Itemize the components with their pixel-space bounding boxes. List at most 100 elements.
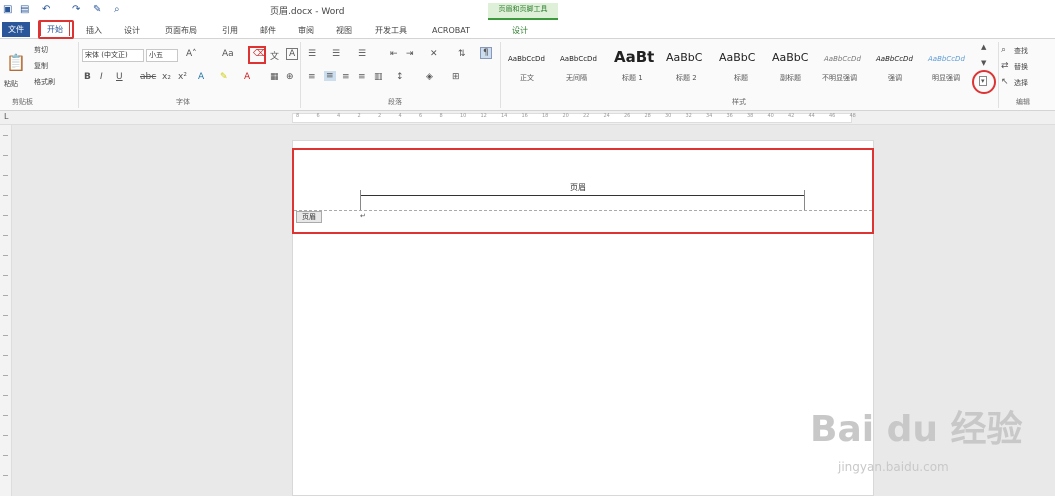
select-button[interactable]: 选择 [1014,78,1028,88]
vertical-ruler[interactable] [0,125,12,496]
bold-icon[interactable]: B [84,72,91,82]
distributed-icon[interactable]: ▥ [374,72,383,82]
enclose-char-icon[interactable]: ⊕ [286,72,294,82]
ruler-tick: 2 [357,113,361,119]
chinese-layout-icon[interactable]: ✕ [430,49,438,59]
tab-review[interactable]: 审阅 [298,23,314,38]
copy-button[interactable]: 复制 [34,61,48,71]
ruler-tick: 40 [767,113,774,119]
vruler-tick [3,375,8,376]
tab-design[interactable]: 设计 [124,23,140,38]
ruler-tick: 8 [439,113,443,119]
numbering-icon[interactable]: ☰ [332,49,340,59]
font-family-combo[interactable]: 宋体 (中文正) [82,49,144,62]
vruler-tick [3,135,8,136]
increase-indent-icon[interactable]: ⇥ [406,49,414,59]
ribbon: 📋 粘贴 剪切 复制 格式刷 剪贴板 宋体 (中文正) 小五 A˄ Aa ⌫ 文… [0,39,1055,111]
show-marks-icon[interactable]: ¶ [480,47,492,59]
strikethrough-icon[interactable]: abc [140,72,156,82]
tab-selector-icon[interactable]: L [4,112,8,121]
font-size-combo[interactable]: 小五 [146,49,178,62]
select-icon[interactable]: ↖ [1001,77,1009,87]
tab-acrobat[interactable]: ACROBAT [432,23,470,38]
underline-icon[interactable]: U [116,72,123,82]
tab-file[interactable]: 文件 [2,22,30,37]
horizontal-ruler[interactable]: L 8 6 4 2 2 4 6 8 10 12 14 16 18 20 22 24 26 28 30 32 34 36 38… [0,111,1055,125]
grow-font-icon[interactable]: A˄ [186,49,197,59]
text-effects-icon[interactable]: A [198,72,204,82]
char-border-icon[interactable]: A [286,48,299,60]
tab-layout[interactable]: 页面布局 [165,23,197,38]
styles-scroll-down-icon[interactable]: ▼ [981,59,986,67]
ruler-tick: 18 [542,113,549,119]
decrease-indent-icon[interactable]: ⇤ [390,49,398,59]
paint-icon[interactable]: ✎ [93,4,101,15]
bullets-icon[interactable]: ☰ [308,49,316,59]
justify-icon[interactable]: ≡ [358,72,366,82]
divider [300,42,301,108]
save-icon[interactable]: ▤ [20,4,29,15]
clear-format-icon[interactable]: ⌫ [253,49,266,59]
line-spacing-icon[interactable]: ↕ [396,72,404,82]
window-title: 页眉.docx - Word [270,7,345,17]
italic-icon[interactable]: I [100,72,103,82]
tab-references[interactable]: 引用 [222,23,238,38]
ruler-tick: 8 [296,113,300,119]
styles-scroll-up-icon[interactable]: ▲ [981,43,986,51]
style-name: 标题 2 [676,74,697,82]
undo-icon[interactable]: ↶ [42,4,50,15]
ruler-tick: 22 [583,113,590,119]
tab-mailings[interactable]: 邮件 [260,23,276,38]
superscript-icon[interactable]: x² [178,72,187,82]
ruler-tick: 28 [644,113,651,119]
style-preview: AaBbC [666,51,703,64]
print-preview-icon[interactable]: ⌕ [114,4,120,15]
styles-more-icon[interactable]: ▾ [979,76,987,86]
phonetic-icon[interactable]: 文 [270,49,279,62]
font-group-label: 字体 [176,98,190,106]
style-name: 无间隔 [566,74,587,82]
ruler-tick: 34 [706,113,713,119]
ruler-tick: 48 [849,113,856,119]
borders-icon[interactable]: ⊞ [452,72,460,82]
cut-button[interactable]: 剪切 [34,45,48,55]
paste-button[interactable]: 粘贴 [4,79,18,89]
style-preview: AaBbCcDd [560,55,597,63]
subscript-icon[interactable]: x₂ [162,72,171,82]
tab-home[interactable]: 开始 [40,21,70,36]
find-button[interactable]: 查找 [1014,46,1028,56]
replace-button[interactable]: 替换 [1014,62,1028,72]
ruler-tick: 42 [788,113,795,119]
font-color-icon[interactable]: A [244,72,250,82]
vruler-tick [3,255,8,256]
paste-icon[interactable]: 📋 [6,53,26,72]
change-case-icon[interactable]: Aa [222,49,234,59]
ruler-tick: 46 [829,113,836,119]
align-right-icon[interactable]: ≡ [342,72,350,82]
highlight-color-icon[interactable]: ✎ [220,72,228,82]
style-name: 明显强调 [932,74,960,82]
format-painter-button[interactable]: 格式刷 [34,77,55,87]
vruler-tick [3,175,8,176]
ruler-tick: 4 [337,113,341,119]
replace-icon[interactable]: ⇄ [1001,61,1009,71]
tab-insert[interactable]: 插入 [86,23,102,38]
style-name: 标题 1 [622,74,643,82]
vruler-tick [3,335,8,336]
tab-view[interactable]: 视图 [336,23,352,38]
vruler-tick [3,215,8,216]
multilevel-icon[interactable]: ☰ [358,49,366,59]
redo-icon[interactable]: ↷ [72,4,80,15]
align-left-icon[interactable]: ≡ [308,72,316,82]
char-shading-icon[interactable]: ▦ [270,72,279,82]
style-preview: AaBbC [719,51,756,64]
align-center-icon[interactable]: ≡ [324,71,336,81]
baidu-watermark-logo: Bai du 经验 [810,409,1023,450]
ruler-tick: 6 [419,113,423,119]
tab-header-design[interactable]: 设计 [512,23,528,38]
ribbon-tabs: 文件 开始 插入 设计 页面布局 引用 邮件 审阅 视图 开发工具 ACROBA… [0,20,1055,39]
shading-icon[interactable]: ◈ [426,72,433,82]
sort-icon[interactable]: ⇅ [458,49,466,59]
find-icon[interactable]: ⌕ [1001,45,1006,55]
tab-developer[interactable]: 开发工具 [375,23,407,38]
